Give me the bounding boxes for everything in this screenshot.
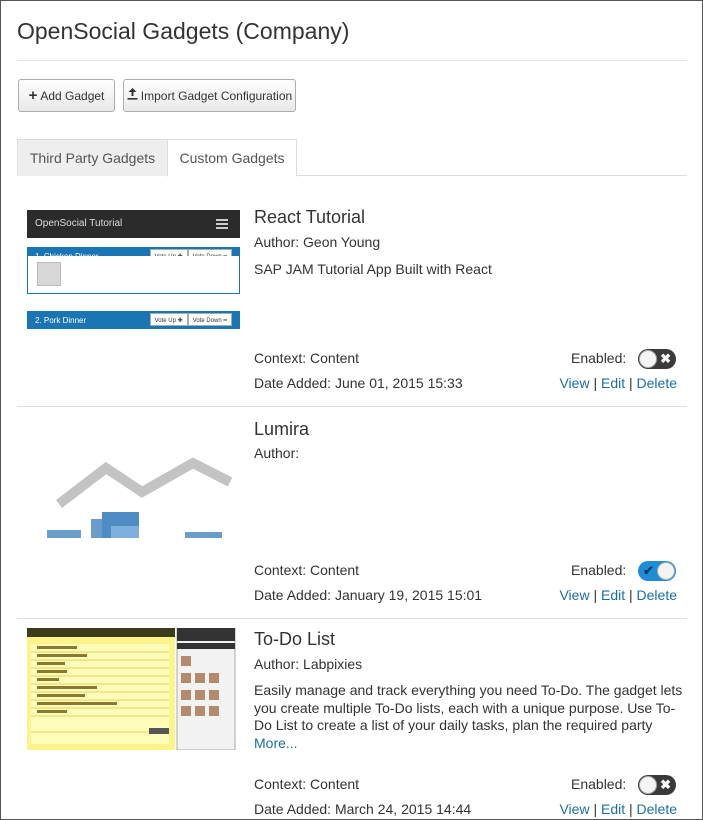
gadget-author: Author: Geon Young [254,234,381,250]
gadget-title[interactable]: React Tutorial [254,207,365,228]
gadget-react-tutorial: OpenSocial Tutorial 1. Chicken Dinner Vo… [17,176,687,406]
edit-link[interactable]: Edit [601,801,625,817]
tab-third-party-gadgets[interactable]: Third Party Gadgets [17,139,168,176]
gadget-actions: View | Edit | Delete [559,375,677,391]
gadget-title[interactable]: Lumira [254,419,309,440]
gadget-actions: View | Edit | Delete [559,801,677,817]
view-link[interactable]: View [559,375,589,391]
toggle-knob [639,350,657,368]
enabled-toggle[interactable]: ✖ [638,775,676,795]
gadget-tabs: Third Party Gadgets Custom Gadgets [17,139,687,177]
thumb-vote-down: Vote Down ━ [187,313,232,326]
page-title: OpenSocial Gadgets (Company) [17,18,350,44]
x-icon: ✖ [660,777,671,792]
add-gadget-label: Add Gadget [40,88,105,103]
upload-icon [127,88,138,103]
gadget-author: Author: Labpixies [254,656,363,672]
enabled-toggle[interactable]: ✔ [638,561,676,581]
gadget-date-added: Date Added: June 01, 2015 15:33 [254,375,463,391]
view-link[interactable]: View [559,801,589,817]
thumb-app-bar: OpenSocial Tutorial [27,210,240,238]
edit-link[interactable]: Edit [601,375,625,391]
delete-link[interactable]: Delete [637,587,677,603]
plus-icon: + [28,87,38,104]
avatar [37,262,61,286]
more-link[interactable]: More... [254,735,298,751]
gadget-actions: View | Edit | Delete [559,587,677,603]
gadget-description: SAP JAM Tutorial App Built with React [254,261,492,277]
gadget-date-added: Date Added: March 24, 2015 14:44 [254,801,472,817]
gadget-lumira: Lumira Author: Context: Content Enabled:… [17,406,687,618]
thumb-item-body [27,256,240,294]
toggle-knob [639,776,657,794]
toggle-knob [657,562,675,580]
add-gadget-button[interactable]: + Add Gadget [18,79,115,112]
check-icon: ✔ [643,563,654,578]
menu-icon [216,219,228,231]
tab-custom-gadgets[interactable]: Custom Gadgets [167,139,297,177]
gadget-date-added: Date Added: January 19, 2015 15:01 [254,587,483,603]
view-link[interactable]: View [559,587,589,603]
gadget-context: Context: Content [254,562,360,578]
title-divider [17,60,687,61]
delete-link[interactable]: Delete [637,801,677,817]
gadget-author: Author: [254,445,300,461]
import-gadget-configuration-button[interactable]: Import Gadget Configuration [123,79,296,112]
gadget-context: Context: Content [254,776,360,792]
enabled-label: Enabled: [571,776,627,792]
gadget-title[interactable]: To-Do List [254,629,335,650]
to-do-list-screenshot-icon [27,628,236,750]
enabled-label: Enabled: [571,562,627,578]
enabled-toggle[interactable]: ✖ [638,349,676,369]
thumb-item-pork: 2. Pork Dinner Vote Up ✚ Vote Down ━ [27,311,240,329]
import-gadget-configuration-label: Import Gadget Configuration [140,88,293,103]
lumira-thumbnail[interactable] [27,434,240,556]
gadget-to-do-list: To-Do List Author: Labpixies Easily mana… [17,618,687,820]
thumb-item-label: 2. Pork Dinner [35,316,87,325]
gadget-description: Easily manage and track everything you n… [254,682,683,751]
thumb-vote-up: Vote Up ✚ [149,313,188,326]
react-tutorial-thumbnail[interactable]: OpenSocial Tutorial 1. Chicken Dinner Vo… [27,210,240,332]
x-icon: ✖ [660,351,671,366]
to-do-list-thumbnail[interactable] [27,628,240,750]
edit-link[interactable]: Edit [601,587,625,603]
enabled-label: Enabled: [571,350,627,366]
gadget-context: Context: Content [254,350,360,366]
lumira-logo-icon [47,457,233,538]
delete-link[interactable]: Delete [637,375,677,391]
thumb-app-title: OpenSocial Tutorial [35,218,123,229]
